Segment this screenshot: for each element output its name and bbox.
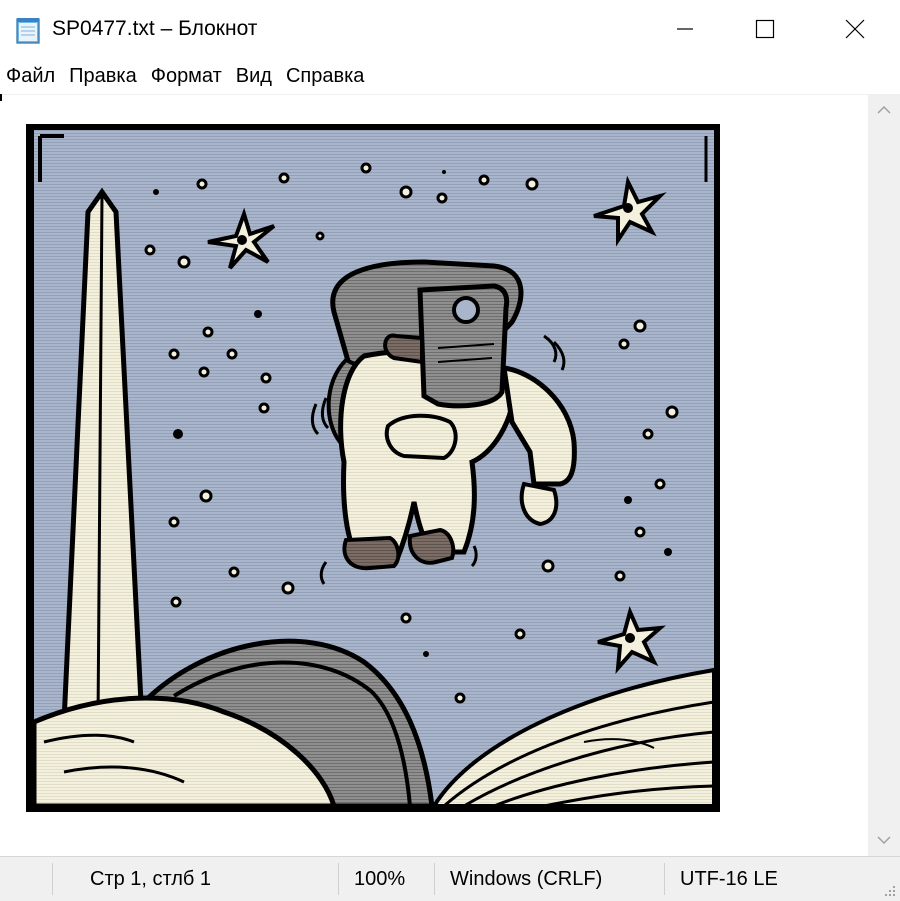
scroll-down-button[interactable] [868, 824, 900, 856]
menu-help[interactable]: Справка [278, 60, 370, 92]
status-divider [338, 863, 339, 895]
menu-view[interactable]: Вид [228, 60, 278, 92]
status-cursor-position: Стр 1, стлб 1 [90, 868, 212, 890]
minimize-button[interactable] [640, 0, 730, 58]
minimize-icon [677, 28, 693, 30]
status-bar: Стр 1, стлб 1 100% Windows (CRLF) UTF-16… [0, 856, 900, 901]
maximize-button[interactable] [720, 0, 810, 58]
close-icon [845, 19, 865, 39]
status-divider [664, 863, 665, 895]
notepad-icon [16, 18, 40, 44]
maximize-icon [755, 19, 775, 39]
menu-bar: Файл Правка Формат Вид Справка [0, 60, 900, 92]
text-caret [0, 94, 2, 101]
status-divider [52, 863, 53, 895]
status-zoom: 100% [354, 868, 406, 890]
close-button[interactable] [810, 0, 900, 58]
vertical-scrollbar[interactable] [868, 94, 900, 856]
menu-file[interactable]: Файл [0, 60, 61, 92]
chevron-down-icon [877, 836, 891, 845]
title-bar[interactable]: SP0477.txt – Блокнот [0, 0, 900, 58]
astronaut-clipart-image [26, 124, 720, 812]
window-title: SP0477.txt – Блокнот [52, 17, 258, 40]
scroll-up-button[interactable] [868, 94, 900, 126]
menu-format[interactable]: Формат [143, 60, 228, 92]
resize-grip-icon[interactable] [882, 883, 896, 897]
status-line-endings: Windows (CRLF) [450, 868, 603, 890]
chevron-up-icon [877, 105, 891, 114]
menu-edit[interactable]: Правка [61, 60, 143, 92]
status-encoding: UTF-16 LE [680, 868, 778, 890]
status-divider [434, 863, 435, 895]
